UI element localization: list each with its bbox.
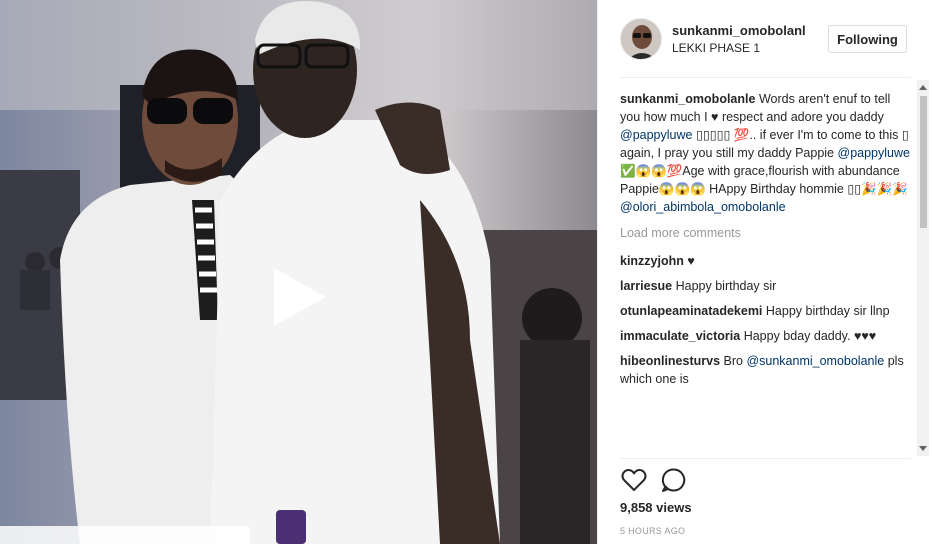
comment-text: ♥ [687,254,695,268]
comment-text: Happy birthday sir llnp [765,304,890,318]
comment-item: otunlapeaminatadekemi Happy birthday sir… [620,302,910,320]
caption-text: ✅😱😱💯Age with grace,flourish with abundan… [620,164,908,196]
comment-username[interactable]: hibeonlinesturvs [620,354,720,368]
mention-link[interactable]: @sunkanmi_omobolanle [746,354,884,368]
caption-text: respect and adore you daddy [721,110,884,124]
scroll-down-arrow-icon[interactable] [919,446,927,451]
mention-link[interactable]: @pappyluwe [620,128,692,142]
heart-emoji-icon: ♥ [711,110,719,124]
mention-link[interactable]: @olori_abimbola_omobolanle [620,200,786,214]
post-location[interactable]: LEKKI PHASE 1 [672,41,760,55]
load-more-comments-link[interactable]: Load more comments [620,224,910,242]
play-button[interactable] [266,264,332,330]
video-progress-strip [0,526,250,544]
post-actions [620,466,740,494]
comment-item: kinzzyjohn ♥ [620,252,910,270]
comment-item: immaculate_victoria Happy bday daddy. ♥♥… [620,327,910,345]
scroll-up-arrow-icon[interactable] [919,85,927,90]
comments-list[interactable]: sunkanmi_omobolanle Words aren't enuf to… [620,90,910,458]
comment-username[interactable]: immaculate_victoria [620,329,740,343]
avatar-image [621,19,661,59]
comments-scrollbar[interactable] [917,80,929,456]
view-count[interactable]: 9,858 views [620,500,692,515]
play-icon [274,268,326,326]
comment-item: hibeonlinesturvs Bro @sunkanmi_omobolanl… [620,352,910,388]
header-divider [620,77,911,78]
post-details-panel: sunkanmi_omobolanl LEKKI PHASE 1 Followi… [597,0,932,544]
comment-username[interactable]: otunlapeaminatadekemi [620,304,762,318]
caption-username[interactable]: sunkanmi_omobolanle [620,92,755,106]
comment-username[interactable]: larriesue [620,279,672,293]
comment-item: larriesue Happy birthday sir [620,277,910,295]
comment-text: Bro [723,354,743,368]
actions-divider [620,458,911,459]
comment-username[interactable]: kinzzyjohn [620,254,684,268]
comment-text: Happy birthday sir [675,279,777,293]
speech-bubble-icon [661,468,686,492]
like-button[interactable] [620,466,648,494]
post-media[interactable] [0,0,597,544]
caption: sunkanmi_omobolanle Words aren't enuf to… [620,90,910,216]
heart-outline-icon [621,469,647,491]
post-header: sunkanmi_omobolanl LEKKI PHASE 1 Followi… [598,0,932,78]
avatar[interactable] [620,18,662,60]
author-username[interactable]: sunkanmi_omobolanl [672,23,806,38]
following-button[interactable]: Following [828,25,907,53]
post-timestamp[interactable]: 5 HOURS AGO [620,526,685,536]
comment-button[interactable] [660,466,688,494]
mention-link[interactable]: @pappyluwe [838,146,910,160]
scrollbar-thumb[interactable] [920,96,927,228]
comment-text: Happy bday daddy. ♥♥♥ [743,329,877,343]
